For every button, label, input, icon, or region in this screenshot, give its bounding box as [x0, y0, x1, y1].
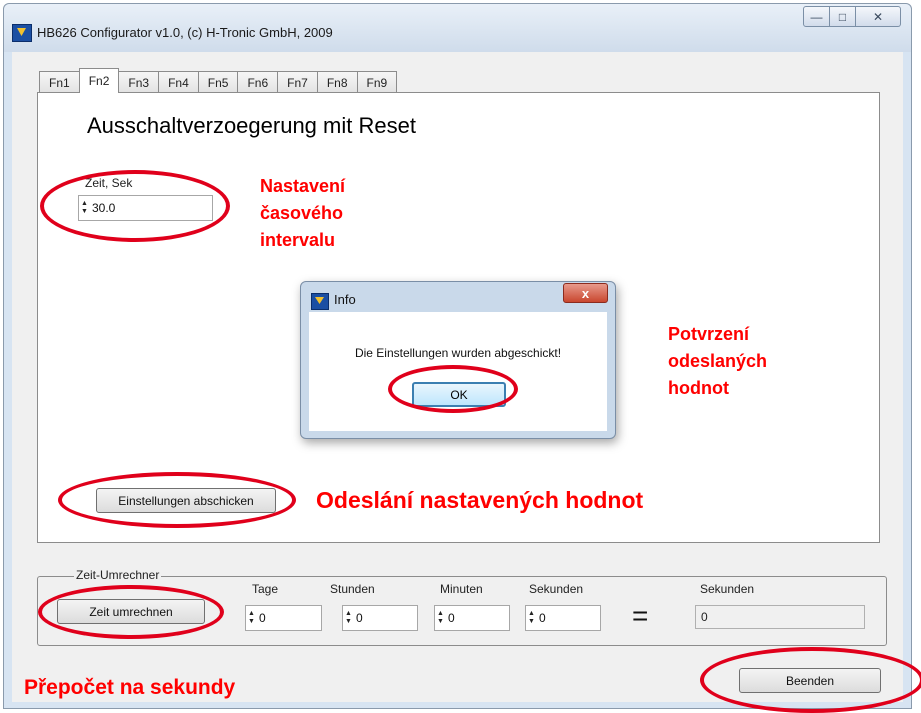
tab-strip: Fn1 Fn2 Fn3 Fn4 Fn5 Fn6 Fn7 Fn8 Fn9	[39, 68, 398, 93]
annotation-ellipse-zeit	[40, 170, 230, 242]
tab-fn8[interactable]: Fn8	[316, 71, 358, 93]
minuten-value: 0	[448, 611, 455, 625]
maximize-button[interactable]: □	[830, 6, 856, 27]
result-seconds-field: 0	[695, 605, 865, 629]
equals-sign: =	[632, 600, 649, 631]
minuten-input[interactable]: ▲ ▼ 0	[434, 605, 510, 631]
app-icon	[12, 24, 32, 42]
result-label: Sekunden	[700, 582, 755, 596]
sekunden-input[interactable]: ▲ ▼ 0	[525, 605, 601, 631]
annotation-confirm: Potvrzení odeslaných hodnot	[668, 324, 768, 398]
app-icon	[311, 293, 329, 310]
tab-fn6[interactable]: Fn6	[237, 71, 279, 93]
annotation-send: Odeslání nastavených hodnot	[316, 487, 644, 513]
minuten-label: Minuten	[440, 582, 483, 596]
spinner-arrows-icon[interactable]: ▲ ▼	[526, 610, 537, 626]
spinner-arrows-icon[interactable]: ▲ ▼	[435, 610, 446, 626]
dialog-close-button[interactable]: x	[563, 283, 608, 303]
dialog-message: Die Einstellungen wurden abgeschickt!	[354, 346, 562, 360]
info-dialog: Info x Die Einstellungen wurden abgeschi…	[300, 281, 616, 439]
tage-label: Tage	[252, 582, 279, 596]
tab-fn9[interactable]: Fn9	[356, 71, 398, 93]
annotation-ellipse-convert	[38, 585, 224, 639]
stunden-value: 0	[356, 611, 363, 625]
sekunden-value: 0	[539, 611, 546, 625]
group-label: Zeit-Umrechner	[74, 568, 162, 582]
panel-title: Ausschaltverzoegerung mit Reset	[87, 113, 416, 138]
annotation-ellipse-send	[58, 472, 296, 528]
minimize-button[interactable]: —	[803, 6, 830, 27]
close-button[interactable]: ✕	[856, 6, 901, 27]
tab-fn4[interactable]: Fn4	[158, 71, 199, 93]
tab-fn1[interactable]: Fn1	[39, 71, 80, 93]
tage-value: 0	[259, 611, 266, 625]
spinner-arrows-icon[interactable]: ▲ ▼	[343, 610, 354, 626]
window-title: HB626 Configurator v1.0, (c) H-Tronic Gm…	[37, 25, 333, 40]
annotation-ellipse-quit	[700, 647, 921, 713]
tab-fn5[interactable]: Fn5	[197, 71, 239, 93]
annotation-convert: Přepočet na sekundy	[24, 676, 236, 699]
annotation-interval: Nastavení časového intervalu	[260, 176, 346, 250]
tab-fn2[interactable]: Fn2	[78, 68, 120, 93]
title-bar[interactable]: HB626 Configurator v1.0, (c) H-Tronic Gm…	[4, 4, 911, 52]
tab-fn7[interactable]: Fn7	[277, 71, 318, 93]
stunden-input[interactable]: ▲ ▼ 0	[342, 605, 418, 631]
dialog-title: Info	[334, 292, 356, 307]
sekunden-label: Sekunden	[529, 582, 584, 596]
annotation-ellipse-ok	[388, 365, 518, 413]
stunden-label: Stunden	[330, 582, 375, 596]
caption-buttons: — □ ✕	[803, 6, 901, 27]
tage-input[interactable]: ▲ ▼ 0	[245, 605, 322, 631]
tab-fn3[interactable]: Fn3	[118, 71, 160, 93]
spinner-arrows-icon[interactable]: ▲ ▼	[246, 610, 257, 626]
